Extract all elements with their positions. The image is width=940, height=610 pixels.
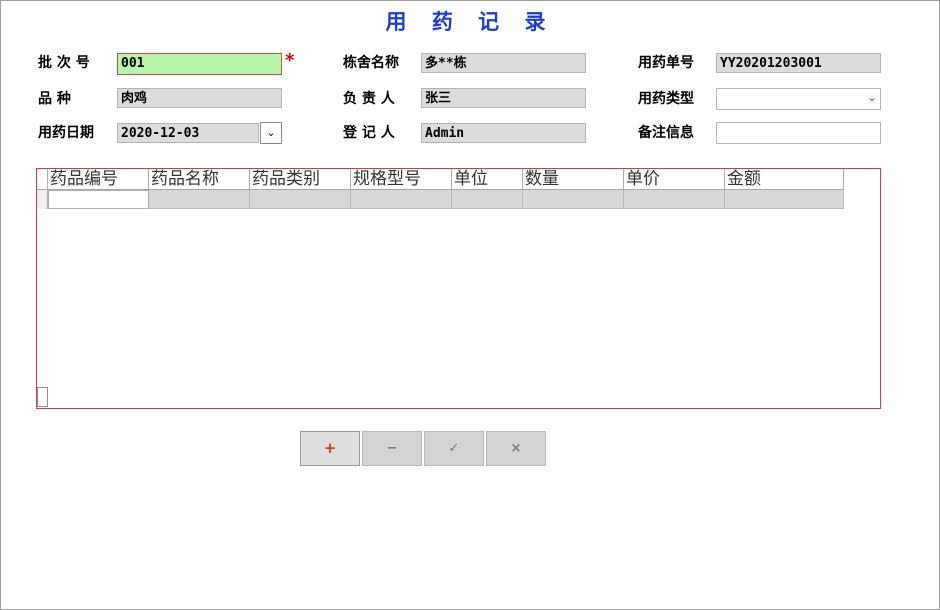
column-header-quantity[interactable]: 数量 [523,169,624,189]
owner-field[interactable]: 张三 [421,88,586,108]
chevron-down-icon: ⌄ [266,126,276,139]
date-picker-button[interactable]: ⌄ [260,122,282,144]
cancel-button[interactable]: × [486,431,546,466]
variety-field[interactable]: 肉鸡 [117,88,282,108]
confirm-button[interactable]: ✓ [424,431,484,466]
cell-name[interactable] [149,190,250,209]
remove-row-button[interactable]: − [362,431,422,466]
column-header-category[interactable]: 药品类别 [250,169,351,189]
column-header-spec[interactable]: 规格型号 [351,169,452,189]
column-header-amount[interactable]: 金额 [725,169,844,189]
grid-header: 药品编号 药品名称 药品类别 规格型号 单位 数量 单价 金额 [37,169,844,190]
barn-label: 栋舍名称 [343,55,399,71]
remark-label: 备注信息 [638,125,694,141]
cell-category[interactable] [250,190,351,209]
date-label: 用药日期 [38,125,94,141]
plus-icon: + [323,439,337,457]
cell-unit[interactable] [452,190,523,209]
cell-quantity[interactable] [523,190,624,209]
variety-label: 品 种 [38,91,71,107]
column-header-unit[interactable]: 单位 [452,169,523,189]
column-header-price[interactable]: 单价 [624,169,725,189]
check-icon: ✓ [448,441,460,456]
cell-amount[interactable] [725,190,844,209]
grid-corner [37,169,48,189]
required-mark: * [285,50,295,71]
column-header-name[interactable]: 药品名称 [149,169,250,189]
remark-input[interactable] [716,122,881,144]
barn-field[interactable]: 多**栋 [421,53,586,73]
type-label: 用药类型 [638,91,694,107]
registrar-label: 登 记 人 [343,125,395,141]
batch-input[interactable]: 001 [117,53,282,75]
order-label: 用药单号 [638,55,694,71]
minus-icon: − [386,441,398,456]
table-row[interactable] [37,190,844,209]
registrar-field[interactable]: Admin [421,123,586,143]
cell-price[interactable] [624,190,725,209]
page-title: 用 药 记 录 [385,9,555,34]
cell-code[interactable] [48,190,149,209]
medicine-grid[interactable]: 药品编号 药品名称 药品类别 规格型号 单位 数量 单价 金额 [36,168,881,409]
order-field[interactable]: YY20201203001 [716,53,881,73]
scrollbar-stub[interactable] [37,387,48,407]
cell-spec[interactable] [351,190,452,209]
type-select[interactable] [716,88,881,110]
column-header-code[interactable]: 药品编号 [48,169,149,189]
chevron-down-icon[interactable]: ⌄ [864,91,880,104]
owner-label: 负 责 人 [343,91,395,107]
batch-label: 批 次 号 [38,55,90,71]
date-field[interactable]: 2020-12-03 [117,123,259,143]
close-icon: × [510,441,522,456]
row-selector[interactable] [37,190,48,209]
add-row-button[interactable]: + [300,431,360,466]
